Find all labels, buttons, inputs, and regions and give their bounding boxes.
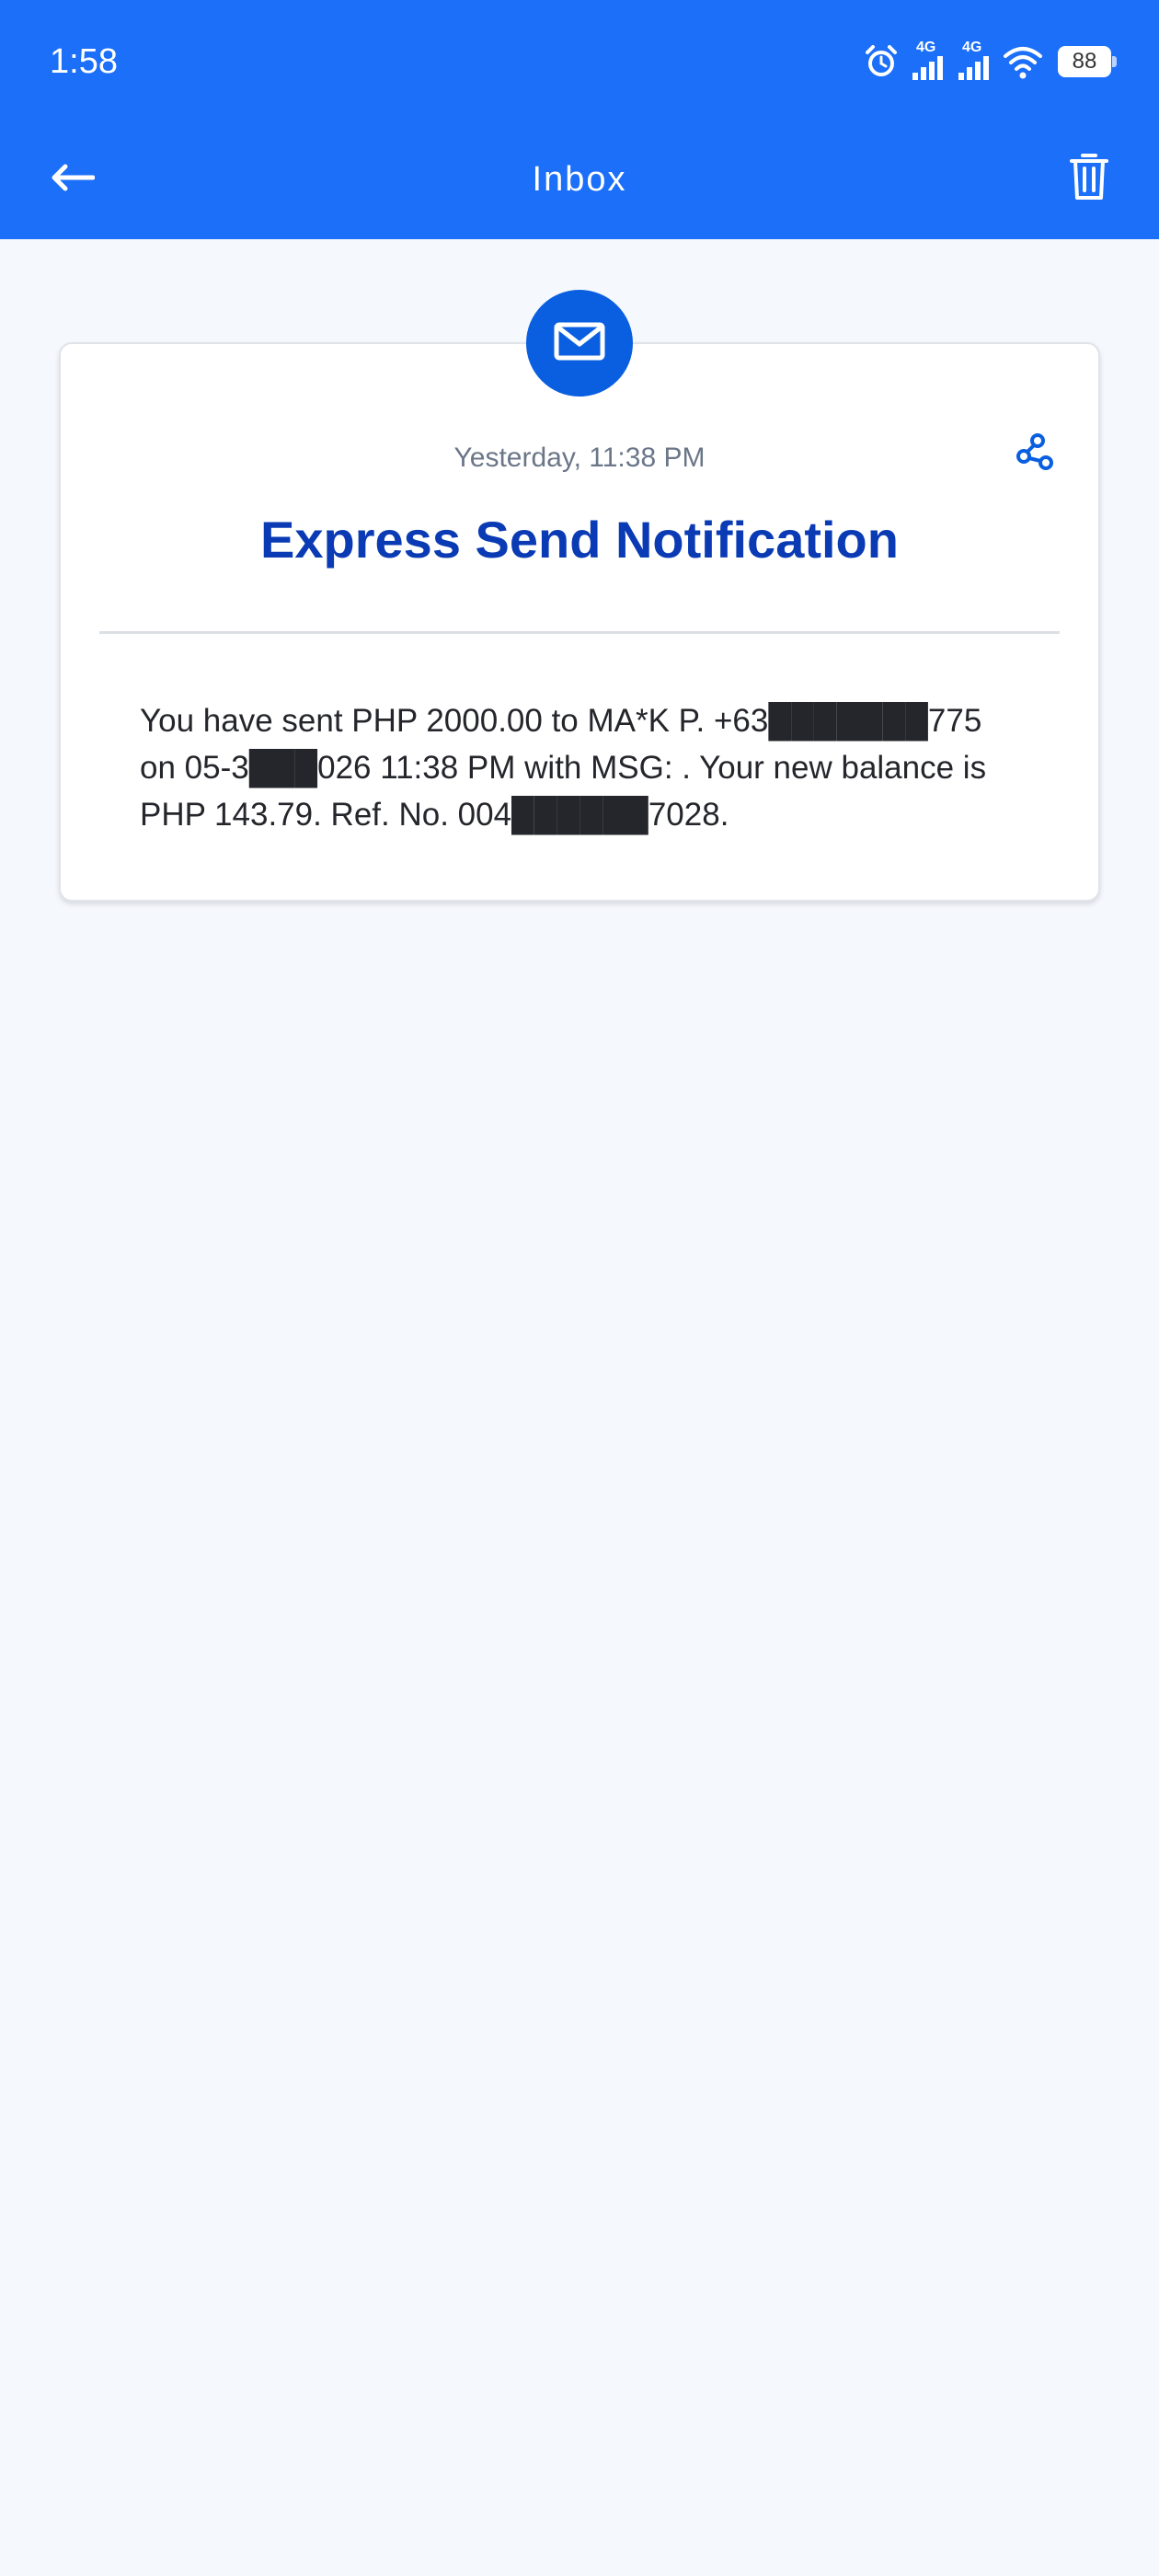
battery-icon: 88 <box>1058 46 1117 77</box>
status-bar: 1:58 4G 4G 88 <box>0 0 1159 120</box>
page-title: Inbox <box>532 160 627 199</box>
message-title: Express Send Notification <box>260 511 899 569</box>
app-header: Inbox <box>0 120 1159 239</box>
signal-icon-2: 4G <box>957 40 992 82</box>
delete-button[interactable] <box>1052 142 1126 215</box>
wifi-icon <box>1003 43 1043 80</box>
notification-card: Yesterday, 11:38 PM Express Send Notific… <box>59 342 1100 902</box>
envelope-icon <box>554 322 605 365</box>
divider <box>99 631 1060 634</box>
status-time: 1:58 <box>50 42 118 81</box>
message-body: You have sent PHP 2000.00 to MA*K P. +63… <box>140 703 987 833</box>
message-date: Yesterday, 11:38 PM <box>453 443 706 473</box>
battery-level: 88 <box>1072 49 1097 74</box>
status-icons: 4G 4G 88 <box>863 40 1117 83</box>
trash-icon <box>1069 152 1109 206</box>
signal-icon-1: 4G <box>911 40 946 82</box>
alarm-icon <box>863 43 900 80</box>
mail-badge <box>526 290 633 397</box>
message-detail: Yesterday, 11:38 PM Express Send Notific… <box>0 239 1159 2576</box>
